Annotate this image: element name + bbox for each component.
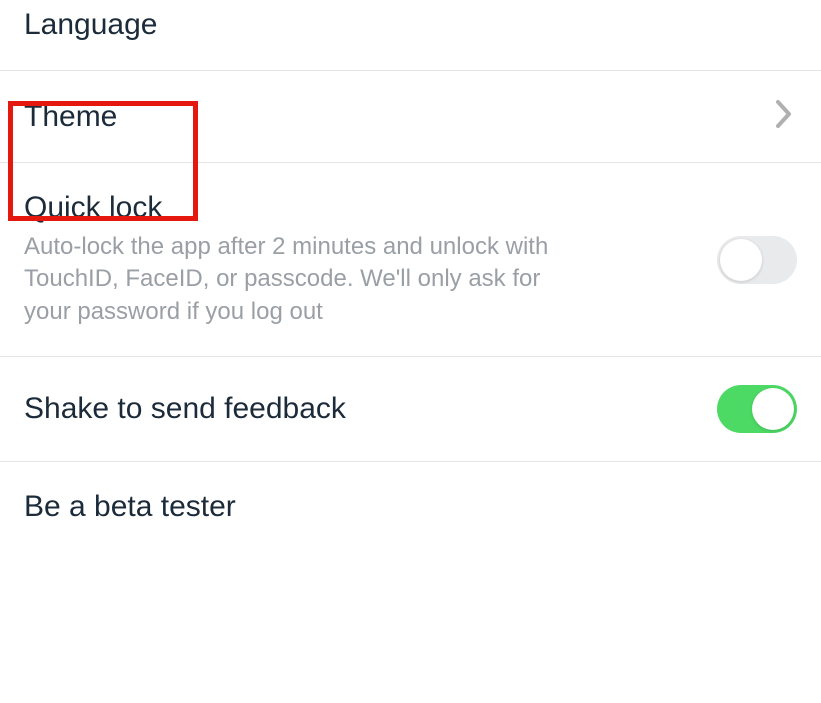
quick-lock-description: Auto-lock the app after 2 minutes and un… [24,231,584,328]
settings-item-theme[interactable]: Theme [0,71,821,163]
settings-item-content: Theme [24,100,775,134]
settings-item-content: Shake to send feedback [24,392,717,426]
language-label: Language [24,8,797,42]
settings-item-content: Be a beta tester [24,490,797,524]
toggle-knob [720,239,762,281]
shake-feedback-toggle[interactable] [717,385,797,433]
settings-item-content: Language [24,8,797,42]
settings-item-content: Quick lock Auto-lock the app after 2 min… [24,191,717,328]
settings-item-shake-feedback: Shake to send feedback [0,357,821,462]
settings-screen: Language Theme Quick lock Auto-lock the … [0,0,821,552]
settings-item-language[interactable]: Language [0,0,821,71]
beta-tester-label: Be a beta tester [24,490,797,524]
chevron-right-icon [775,99,793,134]
settings-item-quick-lock: Quick lock Auto-lock the app after 2 min… [0,163,821,357]
toggle-knob [752,388,794,430]
settings-item-beta-tester[interactable]: Be a beta tester [0,462,821,552]
shake-feedback-label: Shake to send feedback [24,392,717,426]
settings-list: Language Theme Quick lock Auto-lock the … [0,0,821,552]
theme-label: Theme [24,100,775,134]
quick-lock-label: Quick lock [24,191,717,225]
quick-lock-toggle[interactable] [717,236,797,284]
